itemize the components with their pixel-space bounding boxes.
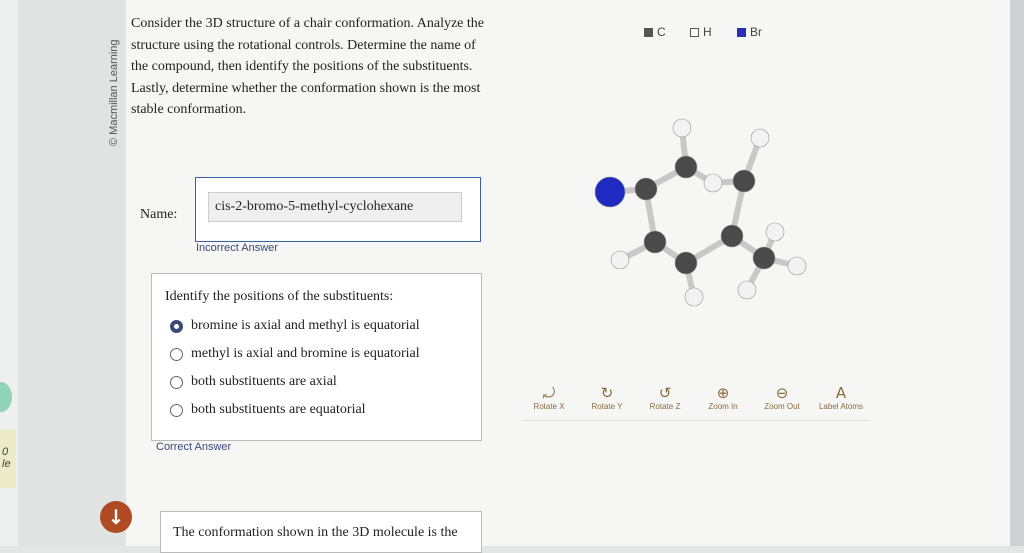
rotate-y-icon: ↻ <box>600 384 614 402</box>
carbon-swatch <box>644 27 653 37</box>
name-label: Name: <box>140 207 178 222</box>
carbon-atom <box>732 169 756 193</box>
rotate-z-button[interactable]: ↺ Rotate Z <box>635 384 695 411</box>
label-atoms-icon: A <box>835 384 847 402</box>
positions-question-box: Identify the positions of the substituen… <box>151 273 482 441</box>
carbon-atom <box>643 230 667 254</box>
hydrogen-atom <box>787 256 807 276</box>
radio-button[interactable] <box>170 375 183 389</box>
control-label: Rotate Z <box>649 402 681 411</box>
carbon-atom <box>674 155 698 179</box>
legend-hydrogen: H <box>690 25 712 39</box>
carbon-atom <box>720 224 744 248</box>
left-strip: 0 le <box>0 0 18 546</box>
option-label: both substituents are equatorial <box>191 402 366 417</box>
hydrogen-atom <box>684 287 704 307</box>
molecule-3d-view[interactable] <box>580 110 820 310</box>
hydrogen-atom <box>610 250 630 270</box>
carbon-atom <box>752 246 776 270</box>
conformation-question-box: The conformation shown in the 3D molecul… <box>160 511 482 553</box>
legend-label: H <box>703 25 712 39</box>
hydrogen-atom <box>703 173 723 193</box>
radio-button[interactable] <box>170 403 183 417</box>
control-label: Rotate X <box>533 402 565 411</box>
option-both-equatorial[interactable]: both substituents are equatorial <box>170 402 366 418</box>
option-label: both substituents are axial <box>191 374 337 389</box>
zoom-out-icon: ⊖ <box>775 384 789 402</box>
right-edge <box>1010 0 1024 546</box>
conformation-question: The conformation shown in the 3D molecul… <box>173 525 458 540</box>
control-label: Zoom In <box>708 402 738 411</box>
legend-label: Br <box>750 25 762 39</box>
question-prompt: Consider the 3D structure of a chair con… <box>131 16 484 117</box>
arrow-down-icon: ↓ <box>107 505 125 529</box>
positions-feedback: Correct Answer <box>156 441 232 453</box>
hydrogen-atom <box>737 280 757 300</box>
option-label: methyl is axial and bromine is equatoria… <box>191 346 420 361</box>
side-card-line: le <box>2 458 11 470</box>
positions-title: Identify the positions of the substituen… <box>165 289 394 304</box>
option-both-axial[interactable]: both substituents are axial <box>170 374 337 390</box>
copyright-credit: © Macmillan Learning <box>108 39 120 146</box>
side-card-line: 0 <box>2 446 9 458</box>
zoom-in-icon: ⊕ <box>716 384 730 402</box>
scroll-down-button[interactable]: ↓ <box>100 501 132 533</box>
viewer-divider <box>522 420 870 421</box>
option-methyl-axial[interactable]: methyl is axial and bromine is equatoria… <box>170 346 420 362</box>
rotate-z-icon: ↺ <box>658 384 672 402</box>
name-feedback: Incorrect Answer <box>196 242 278 254</box>
bromine-atom <box>594 176 626 208</box>
hydrogen-swatch <box>690 27 699 37</box>
legend-carbon: C <box>644 25 666 39</box>
control-label: Label Atoms <box>818 402 864 411</box>
rotate-x-icon: ⤾ <box>542 384 556 402</box>
legend-bromine: Br <box>737 25 762 39</box>
zoom-out-button[interactable]: ⊖ Zoom Out <box>752 384 812 411</box>
status-dot <box>0 382 12 412</box>
option-label: bromine is axial and methyl is equatoria… <box>191 318 420 333</box>
legend-label: C <box>657 25 666 39</box>
side-card[interactable]: 0 le <box>0 430 16 488</box>
radio-button[interactable] <box>170 319 183 333</box>
control-label: Rotate Y <box>591 402 623 411</box>
carbon-atom <box>674 251 698 275</box>
option-bromine-axial[interactable]: bromine is axial and methyl is equatoria… <box>170 318 420 334</box>
hydrogen-atom <box>672 118 692 138</box>
rotate-x-button[interactable]: ⤾ Rotate X <box>519 384 579 411</box>
label-atoms-button[interactable]: A Label Atoms <box>811 384 871 411</box>
zoom-in-button[interactable]: ⊕ Zoom In <box>693 384 753 411</box>
radio-button[interactable] <box>170 347 183 361</box>
name-input[interactable]: cis-2-bromo-5-methyl-cyclohexane <box>208 192 462 222</box>
rotate-y-button[interactable]: ↻ Rotate Y <box>577 384 637 411</box>
bromine-swatch <box>737 27 746 37</box>
hydrogen-atom <box>765 222 785 242</box>
carbon-atom <box>634 177 658 201</box>
name-answer-box: cis-2-bromo-5-methyl-cyclohexane <box>195 177 481 242</box>
control-label: Zoom Out <box>764 402 800 411</box>
hydrogen-atom <box>750 128 770 148</box>
